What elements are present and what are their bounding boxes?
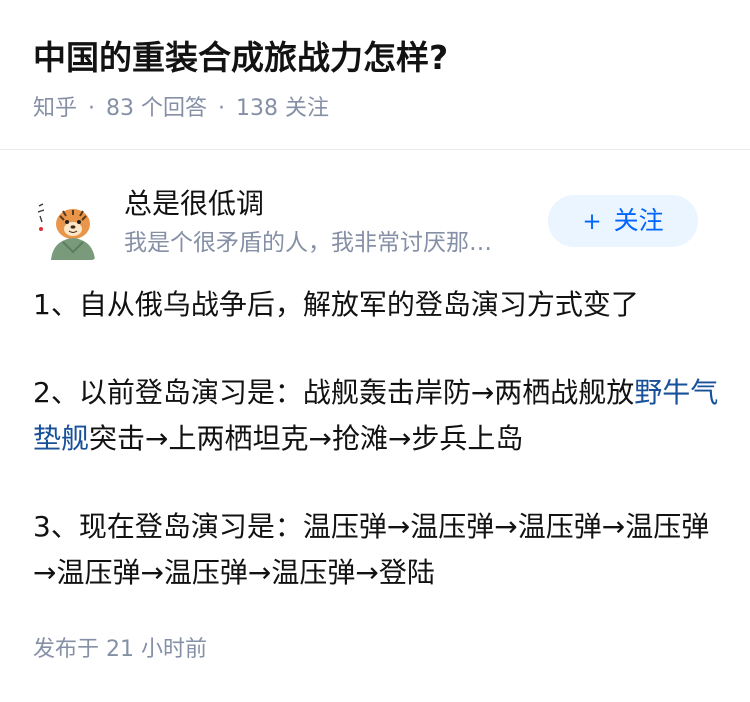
answer-body: 1、自从俄乌战争后，解放军的登岛演习方式变了 2、以前登岛演习是：战舰轰击岸防→… [33,282,723,638]
answer-paragraph: 3、现在登岛演习是：温压弹→温压弹→温压弹→温压弹→温压弹→温压弹→温压弹→登陆 [33,510,710,589]
question-meta: 知乎 · 83 个回答 · 138 关注 [33,93,329,125]
separator-dot: · [218,96,226,121]
follow-button[interactable]: + 关注 [548,195,698,247]
answer-count: 83 个回答 [106,96,208,121]
author-bio: 我是个很矛盾的人，我非常讨厌那… [124,230,492,256]
plus-icon: + [582,209,602,235]
answer-paragraph: 2、以前登岛演习是：战舰轰击岸防→两栖战舰放野牛气垫舰突击→上两栖坦克→抢滩→步… [33,370,723,462]
follow-label: 关注 [613,206,664,235]
author-row: 总是很低调 我是个很矛盾的人，我非常讨厌那… + 关注 [0,178,750,268]
answer-paragraph: 1、自从俄乌战争后，解放军的登岛演习方式变了 [33,288,639,321]
author-name[interactable]: 总是很低调 [124,184,264,224]
tiger-avatar-image [33,196,97,260]
follower-count: 138 关注 [236,96,330,121]
question-title[interactable]: 中国的重装合成旅战力怎样? [33,34,448,82]
separator-dot: · [88,96,96,121]
question-header: 中国的重装合成旅战力怎样? 知乎 · 83 个回答 · 138 关注 [0,0,750,150]
source-label[interactable]: 知乎 [33,96,77,121]
avatar[interactable] [33,196,97,260]
publish-time: 发布于 21 小时前 [33,637,207,662]
paragraph-text: 突击→上两栖坦克→抢滩→步兵上岛 [89,422,524,455]
paragraph-text: 2、以前登岛演习是：战舰轰击岸防→两栖战舰放 [33,376,635,409]
